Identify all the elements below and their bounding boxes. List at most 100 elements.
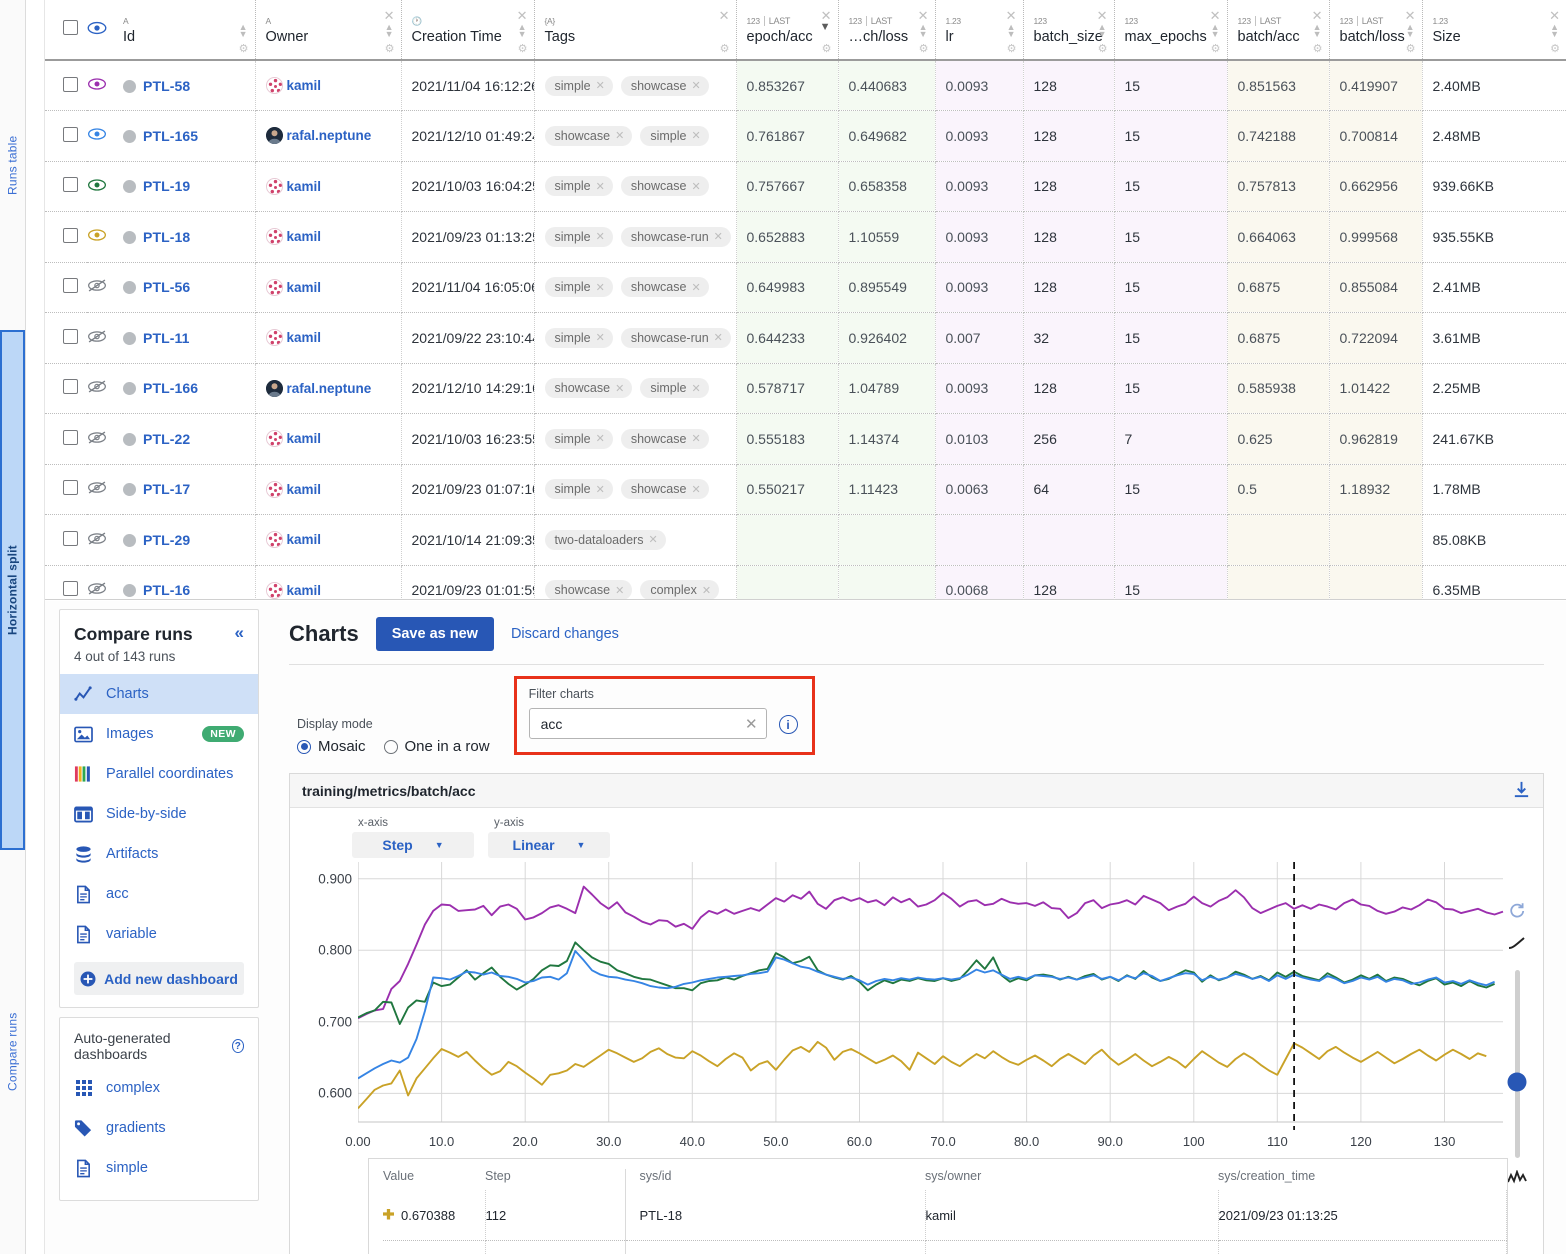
smoothing-slider[interactable] — [1507, 970, 1527, 1158]
sort-arrows-icon[interactable]: ▲ ▼ — [1211, 23, 1220, 39]
table-row[interactable]: PTL-58 kamil 2021/11/04 16:12:26 simple ✕… — [45, 60, 1566, 111]
close-icon[interactable]: ✕ — [691, 129, 700, 142]
sidebar-item-side-by-side[interactable]: Side-by-side — [60, 794, 258, 834]
row-tags-cell[interactable]: simple ✕ showcase ✕ — [534, 464, 737, 515]
row-owner-cell[interactable]: kamil — [255, 464, 402, 515]
radio-mosaic[interactable]: Mosaic — [297, 738, 366, 755]
sort-arrows-icon[interactable]: ▲ ▼ — [1098, 23, 1107, 39]
close-icon[interactable]: ✕ — [596, 79, 605, 92]
row-visibility-toggle[interactable] — [87, 514, 123, 566]
row-checkbox[interactable] — [63, 379, 78, 395]
column-header-id[interactable]: A Id ▲ ▼ ⚙ — [123, 0, 256, 61]
row-checkbox-cell[interactable] — [45, 363, 87, 414]
gear-icon[interactable]: ⚙ — [518, 44, 528, 55]
tag-pill[interactable]: showcase ✕ — [620, 277, 709, 298]
column-header-tags[interactable]: {A} Tags ✕ ⚙ — [534, 0, 737, 61]
row-owner-cell[interactable]: kamil — [255, 312, 402, 364]
run-id-link[interactable]: PTL-29 — [143, 532, 190, 548]
table-row[interactable]: PTL-166 rafal.neptune 2021/12/10 14:29:1… — [45, 363, 1566, 414]
close-icon[interactable]: ✕ — [596, 331, 605, 344]
row-id-cell[interactable]: PTL-18 — [123, 211, 256, 263]
help-icon[interactable]: ? — [231, 1039, 244, 1053]
row-owner-cell[interactable]: kamil — [255, 514, 402, 566]
owner-name[interactable]: kamil — [287, 330, 322, 345]
row-id-cell[interactable]: PTL-22 — [123, 413, 256, 465]
run-id-link[interactable]: PTL-56 — [143, 279, 190, 295]
sort-arrows-icon[interactable]: ▲ ▼ — [1007, 23, 1016, 39]
row-checkbox[interactable] — [63, 581, 78, 597]
row-tags-cell[interactable]: simple ✕ showcase-run ✕ — [534, 211, 737, 263]
row-id-cell[interactable]: PTL-166 — [123, 363, 256, 414]
owner-name[interactable]: kamil — [287, 583, 322, 598]
row-checkbox[interactable] — [63, 278, 78, 294]
tag-pill[interactable]: showcase ✕ — [544, 580, 633, 599]
table-row[interactable]: PTL-165 rafal.neptune 2021/12/10 01:49:2… — [45, 110, 1566, 162]
table-row[interactable]: PTL-29 kamil 2021/10/14 21:09:35 two-dat… — [45, 514, 1566, 566]
download-icon[interactable] — [1512, 780, 1531, 802]
close-icon[interactable]: ✕ — [596, 281, 605, 294]
tag-pill[interactable]: two-dataloaders ✕ — [544, 529, 666, 550]
radio-mosaic-indicator[interactable] — [297, 739, 311, 754]
table-row[interactable]: PTL-18 kamil 2021/09/23 01:13:25 simple ✕… — [45, 211, 1566, 263]
close-icon[interactable]: ✕ — [702, 584, 711, 597]
close-icon[interactable]: ✕ — [615, 584, 624, 597]
close-icon[interactable]: ✕ — [691, 382, 700, 395]
close-icon[interactable]: ✕ — [648, 533, 657, 546]
row-checkbox-cell[interactable] — [45, 60, 87, 111]
rail-tab-runs-table[interactable]: Runs table — [0, 0, 25, 330]
rail-tab-compare-runs[interactable]: Compare runs — [0, 850, 25, 1254]
select-all-header[interactable] — [45, 0, 87, 61]
row-checkbox-cell[interactable] — [45, 161, 87, 212]
close-icon[interactable]: ✕ — [615, 382, 624, 395]
row-checkbox-cell[interactable] — [45, 565, 87, 599]
close-icon[interactable]: ✕ — [596, 180, 605, 193]
row-checkbox[interactable] — [63, 76, 78, 92]
row-checkbox[interactable] — [63, 227, 78, 243]
row-owner-cell[interactable]: rafal.neptune — [255, 363, 402, 414]
tag-pill[interactable]: complex ✕ — [640, 580, 720, 599]
row-tags-cell[interactable]: simple ✕ showcase ✕ — [534, 60, 737, 111]
owner-name[interactable]: kamil — [287, 179, 322, 194]
row-checkbox-cell[interactable] — [45, 262, 87, 313]
sidebar-item-variable[interactable]: variable — [60, 914, 258, 954]
row-visibility-toggle[interactable] — [87, 110, 123, 162]
owner-name[interactable]: kamil — [287, 229, 322, 244]
row-id-cell[interactable]: PTL-19 — [123, 161, 256, 212]
sidebar-item-artifacts[interactable]: Artifacts — [60, 834, 258, 874]
close-icon[interactable]: ✕ — [596, 230, 605, 243]
y-axis-select[interactable]: Linear ▼ — [488, 832, 610, 858]
row-tags-cell[interactable]: simple ✕ showcase ✕ — [534, 262, 737, 313]
row-visibility-toggle[interactable] — [87, 363, 123, 414]
row-visibility-toggle[interactable] — [87, 413, 123, 465]
sort-arrows-icon[interactable]: ▲ ▼ — [1313, 23, 1322, 39]
owner-name[interactable]: kamil — [287, 482, 322, 497]
row-tags-cell[interactable]: simple ✕ showcase ✕ — [534, 161, 737, 212]
row-tags-cell[interactable]: simple ✕ showcase ✕ — [534, 413, 737, 465]
tag-pill[interactable]: simple ✕ — [544, 226, 613, 247]
row-id-cell[interactable]: PTL-56 — [123, 262, 256, 313]
runs-table-panel[interactable]: A Id ▲ ▼ ⚙ A Owner ✕ ▲ ▼ ⚙ 🕐 Creation Ti… — [45, 0, 1566, 600]
owner-name[interactable]: kamil — [287, 78, 322, 93]
visibility-header[interactable] — [87, 0, 123, 61]
sort-arrows-icon[interactable]: ▲ ▼ — [385, 23, 394, 39]
close-icon[interactable]: ✕ — [745, 715, 758, 733]
sort-arrows-icon[interactable]: ▲ ▼ — [239, 23, 248, 39]
close-icon[interactable]: ✕ — [596, 432, 605, 445]
table-row[interactable]: PTL-11 kamil 2021/09/22 23:10:44 simple ✕… — [45, 312, 1566, 364]
owner-name[interactable]: kamil — [287, 431, 322, 446]
column-header-owner[interactable]: A Owner ✕ ▲ ▼ ⚙ — [255, 0, 402, 61]
table-row[interactable]: PTL-19 kamil 2021/10/03 16:04:25 simple ✕… — [45, 161, 1566, 212]
row-visibility-toggle[interactable] — [87, 211, 123, 263]
column-header-batch-acc[interactable]: 123 LAST batch/acc ✕ ▲ ▼ ⚙ — [1227, 0, 1330, 61]
row-checkbox-cell[interactable] — [45, 211, 87, 263]
close-icon[interactable]: ✕ — [719, 8, 730, 24]
column-header-batch-loss[interactable]: 123 LAST batch/loss ✕ ▲ ▼ ⚙ — [1329, 0, 1423, 61]
save-as-new-button[interactable]: Save as new — [375, 617, 494, 651]
tag-pill[interactable]: simple ✕ — [544, 428, 613, 449]
row-owner-cell[interactable]: kamil — [255, 60, 402, 111]
tag-pill[interactable]: showcase ✕ — [544, 125, 633, 146]
row-owner-cell[interactable]: kamil — [255, 565, 402, 599]
gear-icon[interactable]: ⚙ — [1406, 44, 1416, 55]
row-owner-cell[interactable]: rafal.neptune — [255, 110, 402, 162]
column-header-epoch-acc[interactable]: 123 LAST epoch/acc ✕ ▼ ⚙ — [736, 0, 839, 61]
